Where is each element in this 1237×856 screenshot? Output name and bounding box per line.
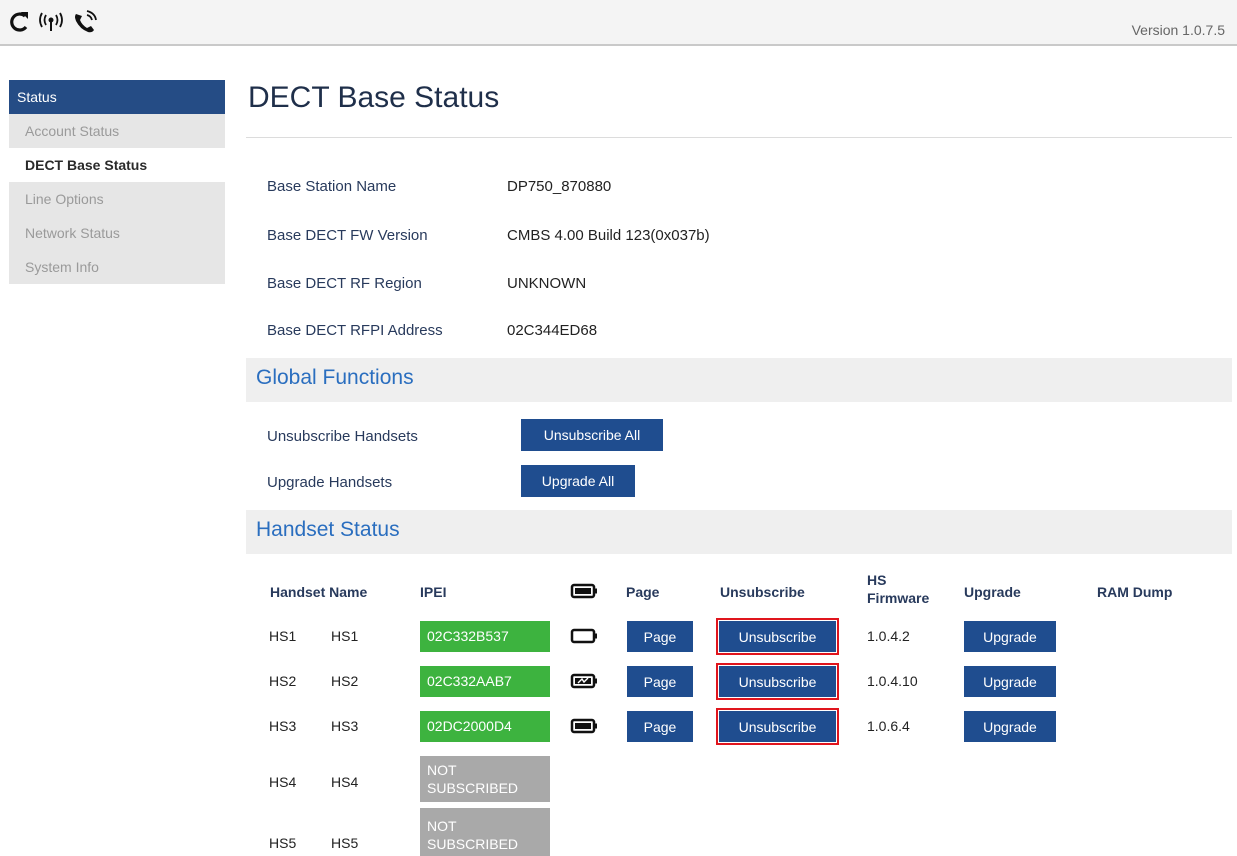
refresh-icon[interactable] [8, 10, 30, 34]
firmware-version: Version 1.0.7.5 [1131, 22, 1225, 38]
ipei-badge: 02DC2000D4 [420, 711, 550, 742]
upgrade-button-hs1[interactable]: Upgrade [964, 621, 1056, 652]
battery-charging-icon [570, 673, 597, 689]
wireless-signal-icon [36, 10, 66, 34]
sidebar-item-line-options[interactable]: Line Options [9, 182, 225, 216]
unsubscribe-all-button[interactable]: Unsubscribe All [521, 419, 663, 451]
page-button-hs1[interactable]: Page [627, 621, 693, 652]
ipei-not-subscribed-badge: NOT SUBSCRIBED [420, 756, 550, 802]
section-global-functions: Global Functions [246, 358, 1232, 402]
upgrade-all-button[interactable]: Upgrade All [521, 465, 635, 497]
unsubscribe-button-hs2[interactable]: Unsubscribe [716, 663, 839, 700]
page-button-hs3[interactable]: Page [627, 711, 693, 742]
section-title-global-functions: Global Functions [256, 366, 414, 389]
handset-id: HS5 [269, 835, 297, 851]
info-label-rfpi-address: Base DECT RFPI Address [267, 322, 443, 339]
header-handset-name: Handset Name [270, 584, 368, 600]
handset-id: HS4 [269, 774, 297, 790]
handset-name: HS4 [331, 774, 359, 790]
upgrade-button-hs2[interactable]: Upgrade [964, 666, 1056, 697]
header-ram-dump: RAM Dump [1097, 584, 1173, 600]
section-title-handset-status: Handset Status [256, 518, 400, 541]
sidebar-header-status[interactable]: Status [9, 80, 225, 114]
top-bar: Version 1.0.7.5 [0, 0, 1237, 46]
upgrade-handsets-label: Upgrade Handsets [267, 474, 393, 491]
ipei-badge: 02C332B537 [420, 621, 550, 652]
sidebar: Status Account Status DECT Base Status L… [9, 80, 225, 284]
handset-id: HS2 [269, 673, 297, 689]
upgrade-button-hs3[interactable]: Upgrade [964, 711, 1056, 742]
info-value-base-station-name: DP750_870880 [507, 178, 612, 195]
status-icons [8, 10, 100, 34]
info-value-rfpi-address: 02C344ED68 [507, 322, 598, 339]
info-value-rf-region: UNKNOWN [507, 275, 587, 292]
unsubscribe-handsets-label: Unsubscribe Handsets [267, 428, 418, 445]
handset-name: HS5 [331, 835, 359, 851]
sidebar-item-account-status[interactable]: Account Status [9, 114, 225, 148]
info-label-rf-region: Base DECT RF Region [267, 275, 422, 292]
sidebar-item-network-status[interactable]: Network Status [9, 216, 225, 250]
handset-name: HS3 [331, 718, 359, 734]
section-handset-status: Handset Status [246, 510, 1232, 554]
sidebar-item-system-info[interactable]: System Info [9, 250, 225, 284]
page-title: DECT Base Status [248, 81, 500, 114]
unsubscribe-button-hs1[interactable]: Unsubscribe [716, 618, 839, 655]
ipei-badge: 02C332AAB7 [420, 666, 550, 697]
hs-firmware-value: 1.0.4.2 [867, 628, 910, 644]
battery-full-icon [570, 718, 597, 734]
header-page: Page [626, 584, 660, 600]
info-value-fw-version: CMBS 4.00 Build 123(0x037b) [507, 227, 710, 244]
info-label-base-station-name: Base Station Name [267, 178, 397, 195]
handset-id: HS1 [269, 628, 297, 644]
battery-empty-icon [570, 628, 597, 644]
ipei-not-subscribed-badge: NOT SUBSCRIBED [420, 808, 550, 856]
title-divider [246, 137, 1232, 138]
handset-name: HS2 [331, 673, 359, 689]
hs-firmware-value: 1.0.6.4 [867, 718, 910, 734]
handset-id: HS3 [269, 718, 297, 734]
sidebar-item-dect-base-status[interactable]: DECT Base Status [9, 148, 225, 182]
handset-name: HS1 [331, 628, 359, 644]
unsubscribe-button-hs3[interactable]: Unsubscribe [716, 708, 839, 745]
info-label-fw-version: Base DECT FW Version [267, 227, 428, 244]
phone-ringing-icon [72, 10, 100, 34]
header-hs-firmware: HS Firmware [867, 572, 930, 606]
header-ipei: IPEI [420, 584, 447, 600]
header-unsubscribe: Unsubscribe [720, 584, 805, 600]
header-upgrade: Upgrade [964, 584, 1021, 600]
battery-header-icon [570, 583, 597, 599]
page-button-hs2[interactable]: Page [627, 666, 693, 697]
hs-firmware-value: 1.0.4.10 [867, 673, 918, 689]
